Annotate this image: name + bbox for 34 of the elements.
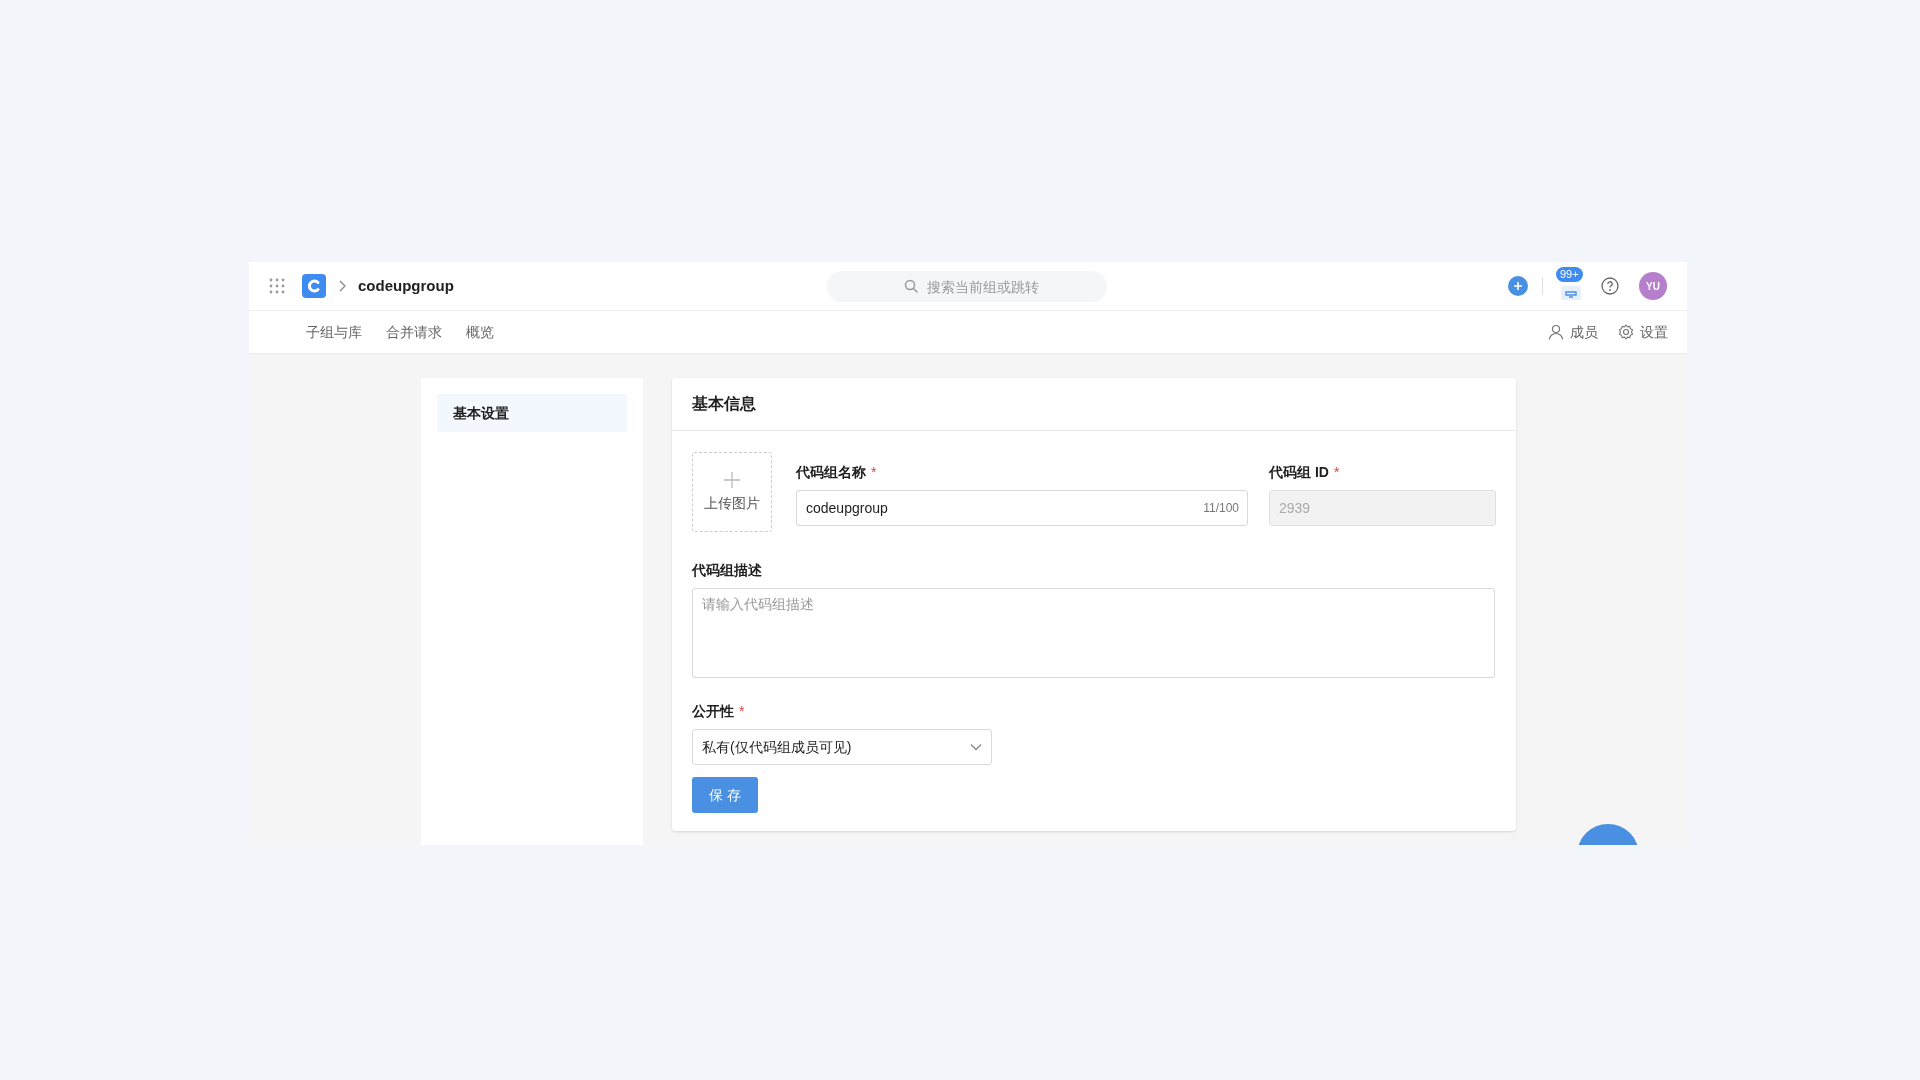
notification-badge: 99+ bbox=[1556, 267, 1583, 282]
chevron-down-icon bbox=[970, 743, 982, 751]
required-mark: * bbox=[1333, 463, 1340, 482]
settings-link[interactable]: 设置 bbox=[1618, 321, 1668, 343]
required-mark: * bbox=[871, 463, 877, 482]
character-counter: 11/100 bbox=[1203, 501, 1239, 515]
card-title: 基本信息 bbox=[692, 394, 756, 414]
visibility-select[interactable]: 私有(仅代码组成员可见) bbox=[692, 729, 992, 765]
nav-tab[interactable]: 子组与库 bbox=[306, 321, 362, 343]
plus-icon[interactable] bbox=[1508, 276, 1528, 296]
chevron-right-icon bbox=[338, 280, 346, 292]
upload-label: 上传图片 bbox=[704, 493, 760, 513]
search-icon bbox=[904, 279, 919, 294]
members-link[interactable]: 成员 bbox=[1548, 321, 1598, 343]
nav-tab[interactable]: 概览 bbox=[466, 321, 494, 343]
required-mark: * bbox=[739, 702, 745, 721]
nav-tab[interactable]: 合并请求 bbox=[386, 321, 442, 343]
plus-icon bbox=[723, 470, 741, 489]
image-upload-box[interactable]: 上传图片 bbox=[692, 452, 772, 532]
field-label: 代码组名称 bbox=[796, 463, 866, 482]
sidebar-item[interactable]: 基本设置 bbox=[437, 394, 627, 432]
field-label: 公开性 bbox=[692, 702, 734, 721]
app-grid-icon[interactable] bbox=[269, 278, 285, 294]
logo-icon[interactable] bbox=[302, 274, 326, 298]
field-label: 代码组 ID bbox=[1269, 463, 1329, 482]
field-label: 代码组描述 bbox=[692, 561, 762, 580]
group-name[interactable]: codeupgroup bbox=[358, 274, 454, 298]
search-field[interactable]: 搜索当前组或跳转 bbox=[827, 271, 1107, 302]
help-icon[interactable] bbox=[1601, 277, 1619, 295]
settings-icon bbox=[1618, 324, 1634, 340]
notification-icon[interactable] bbox=[1561, 286, 1581, 300]
person-icon bbox=[1548, 324, 1564, 340]
description-textarea[interactable]: 请输入代码组描述 bbox=[692, 588, 1495, 678]
save-button[interactable]: 保 存 bbox=[692, 777, 758, 813]
